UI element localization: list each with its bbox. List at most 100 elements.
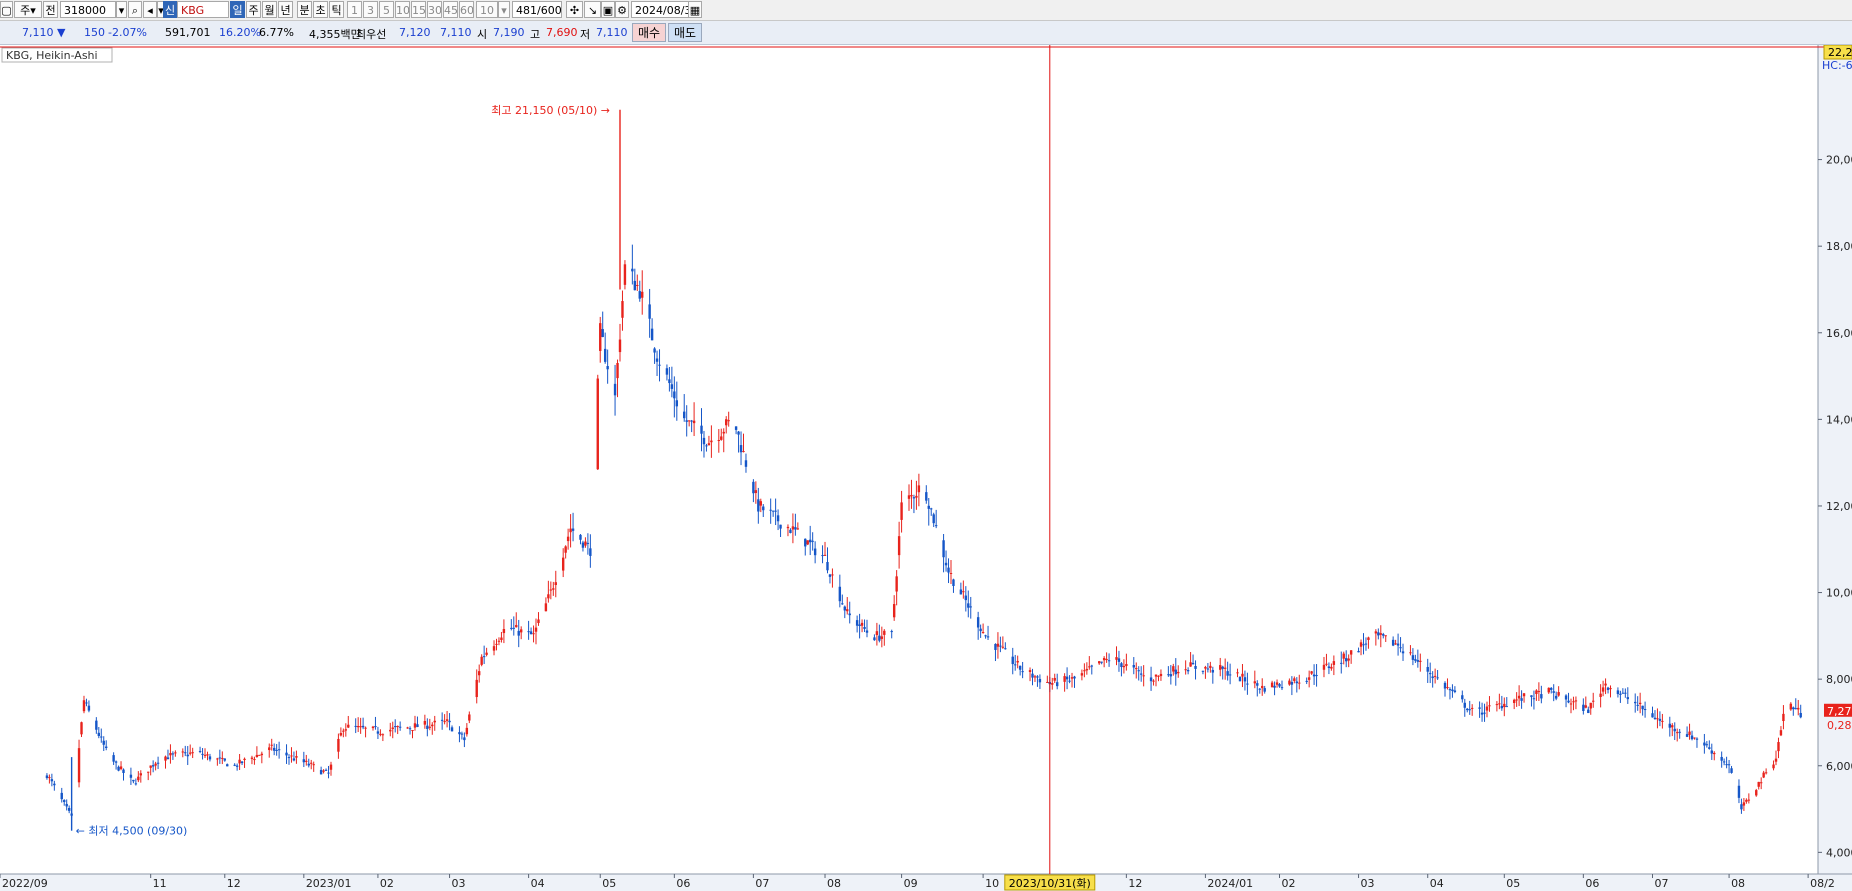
count-value: 481 xyxy=(516,4,537,17)
candle-body xyxy=(465,727,469,735)
candle-body xyxy=(895,576,898,592)
save-icon[interactable]: ▣ xyxy=(601,1,615,18)
candle-body xyxy=(1621,692,1625,694)
candle-body xyxy=(450,727,454,732)
candle-body xyxy=(1384,635,1387,637)
candle-body xyxy=(925,492,928,501)
candle-body xyxy=(1436,677,1439,679)
candle-body xyxy=(102,740,105,745)
candle-body xyxy=(1125,664,1128,667)
candle-body xyxy=(564,546,567,553)
period-day[interactable]: 일 xyxy=(230,1,245,18)
candle-body xyxy=(290,755,293,757)
period-second[interactable]: 초 xyxy=(313,1,328,18)
sell-button[interactable]: 매도 xyxy=(668,23,702,42)
candle-body xyxy=(700,425,703,434)
candle-body xyxy=(1068,680,1071,682)
interval-select[interactable]: 10 xyxy=(476,1,498,18)
interval-dropdown-icon[interactable]: ▾ xyxy=(498,1,510,18)
interval-30[interactable]: 30 xyxy=(427,1,442,18)
crosshair-tool-icon[interactable]: ✣ xyxy=(566,1,583,18)
candle-body xyxy=(791,526,795,530)
crosshair-price-label: 22,2 xyxy=(1828,46,1852,59)
x-tick-label: 06 xyxy=(676,877,690,890)
candle-body xyxy=(1582,704,1585,711)
candle-body xyxy=(584,541,587,546)
candle-body xyxy=(806,540,809,545)
period-minute[interactable]: 분 xyxy=(297,1,312,18)
all-button[interactable]: 전 xyxy=(43,1,58,18)
candle-body xyxy=(1512,699,1516,703)
candle-body xyxy=(1532,698,1536,700)
candle-body xyxy=(1167,674,1170,676)
candle-body xyxy=(1382,634,1385,636)
candle-body xyxy=(1149,677,1153,682)
candle-body xyxy=(1189,662,1192,667)
candle-body xyxy=(1619,693,1622,695)
period-tick[interactable]: 틱 xyxy=(329,1,344,18)
search-icon[interactable]: ⌕ xyxy=(128,1,142,18)
interval-10[interactable]: 10 xyxy=(395,1,410,18)
code-input[interactable]: 318000 xyxy=(60,1,116,18)
code-dropdown-icon[interactable]: ▾ xyxy=(116,1,127,18)
candle-body xyxy=(981,632,985,634)
candle-body xyxy=(1777,742,1780,752)
trend-tool-icon[interactable]: ↘ xyxy=(584,1,601,18)
count-total: /600 xyxy=(537,4,562,17)
candle-body xyxy=(1547,687,1550,693)
candle-body xyxy=(423,720,427,725)
period-year[interactable]: 년 xyxy=(278,1,293,18)
candle-body xyxy=(1774,758,1778,762)
candle-body xyxy=(1243,677,1247,682)
candle-body xyxy=(371,726,375,729)
calendar-icon[interactable]: ▦ xyxy=(688,1,702,18)
candle-body xyxy=(312,764,315,766)
candle-body xyxy=(1414,659,1417,661)
window-icon[interactable]: ▢ xyxy=(0,1,13,18)
candle-body xyxy=(1710,750,1713,754)
candle-body xyxy=(1747,799,1751,801)
candle-body xyxy=(411,730,414,732)
candle-body xyxy=(1722,761,1726,763)
x-tick-label: 05 xyxy=(1506,877,1520,890)
interval-60[interactable]: 60 xyxy=(459,1,474,18)
candle-body xyxy=(1270,682,1274,688)
candle-body xyxy=(347,724,350,728)
candle-body xyxy=(53,783,56,786)
candle-body xyxy=(105,746,108,748)
stock-name-field[interactable]: KBG xyxy=(177,1,229,18)
y-tick-label: 16,000 xyxy=(1826,327,1852,340)
candle-body xyxy=(586,542,590,544)
candle-body xyxy=(1564,695,1568,700)
interval-45[interactable]: 45 xyxy=(443,1,458,18)
candle-body xyxy=(1322,664,1326,670)
candle-body xyxy=(1290,682,1294,685)
candle-body xyxy=(515,625,518,628)
interval-1[interactable]: 1 xyxy=(347,1,362,18)
count-field[interactable]: 481/600 xyxy=(512,1,562,18)
candle-body xyxy=(969,606,972,608)
interval-3[interactable]: 3 xyxy=(363,1,378,18)
interval-5[interactable]: 5 xyxy=(379,1,394,18)
candle-body xyxy=(67,808,71,811)
high-price: 7,690 xyxy=(546,26,578,39)
speaker-icon[interactable]: ◂ xyxy=(143,1,157,18)
candle-body xyxy=(1737,785,1741,798)
candle-body xyxy=(685,420,688,422)
buy-button[interactable]: 매수 xyxy=(632,23,666,42)
candle-body xyxy=(527,631,530,633)
settings-icon[interactable]: ⚙ xyxy=(615,1,629,18)
candle-body xyxy=(670,384,674,389)
candle-body xyxy=(359,726,362,728)
period-month[interactable]: 월 xyxy=(262,1,277,18)
market-select[interactable]: 주▾ xyxy=(14,1,42,18)
candle-body xyxy=(1755,790,1758,796)
x-tick-label: 10 xyxy=(985,877,999,890)
candle-body xyxy=(186,754,189,757)
interval-15[interactable]: 15 xyxy=(411,1,426,18)
candle-body xyxy=(426,725,429,729)
price-chart[interactable]: 20,000 18,000 16,000 14,000 12,000 10,000 8,00… xyxy=(0,45,1852,891)
candle-body xyxy=(1159,673,1163,677)
period-week[interactable]: 주 xyxy=(246,1,261,18)
candle-body xyxy=(757,499,760,512)
